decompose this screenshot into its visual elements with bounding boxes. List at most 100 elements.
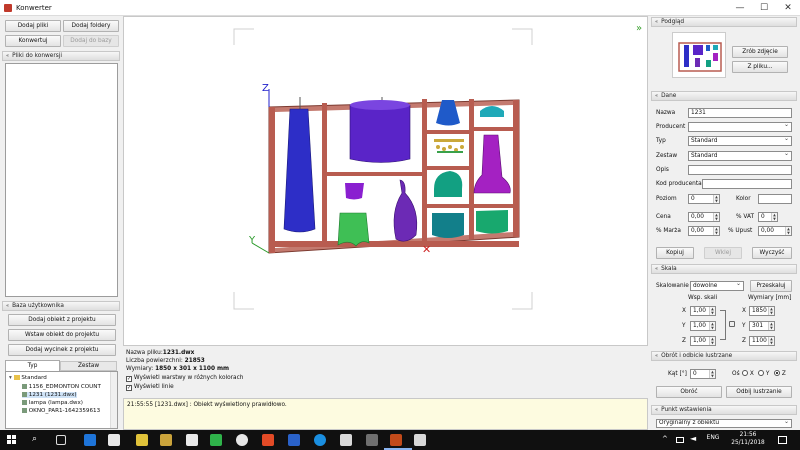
spinner-arrows-icon[interactable]: ▲ ▼	[771, 213, 777, 221]
3d-viewport[interactable]: » Z Y ✕	[123, 16, 648, 346]
log-panel[interactable]: 21:55:55 [1231.dwx] : Obiekt wyświetlony…	[123, 398, 648, 430]
spinner-arrows-icon[interactable]: ▲ ▼	[709, 322, 715, 330]
tab-type[interactable]: Typ	[5, 360, 60, 371]
spinner-arrows-icon[interactable]: ▲ ▼	[713, 195, 719, 203]
price-field[interactable]: 0,00 ▲ ▼	[688, 212, 720, 222]
spinner-arrows-icon[interactable]: ▲ ▼	[709, 307, 715, 315]
spinner-arrows-icon[interactable]: ▲ ▼	[709, 337, 715, 345]
language-icon[interactable]: ENG	[702, 434, 724, 441]
axis-z-radio[interactable]: Z	[774, 370, 786, 377]
user-db-header[interactable]: «Baza użytkownika	[2, 301, 120, 311]
scale-z-field[interactable]: 1,00 ▲ ▼	[690, 336, 716, 346]
layers-colors-checkbox[interactable]: ✓ Wyświetl warstwy w różnych kolorach	[126, 375, 243, 382]
camtasia-icon[interactable]	[210, 434, 222, 446]
data-header[interactable]: «Dane	[651, 91, 797, 101]
tab-set[interactable]: Zestaw	[60, 361, 117, 371]
clear-button[interactable]: Wyczyść	[752, 247, 792, 259]
app-blue-icon[interactable]	[288, 434, 300, 446]
spinner-arrows-icon[interactable]: ▲ ▼	[768, 307, 774, 315]
insert-object-button[interactable]: Wstaw obiekt do projektu	[8, 329, 116, 341]
tree-node-item[interactable]: OKNO_PAR1-1642359613	[22, 408, 100, 414]
spinner-arrows-icon[interactable]: ▲ ▼	[785, 227, 791, 235]
scale-x-field[interactable]: 1,00 ▲ ▼	[690, 306, 716, 316]
convert-button[interactable]: Konwertuj	[5, 35, 61, 47]
discount-field[interactable]: 0,00 ▲ ▼	[758, 226, 792, 236]
close-button[interactable]: ✕	[776, 1, 800, 15]
producer-code-field[interactable]	[702, 179, 792, 189]
app-white-icon[interactable]	[414, 434, 426, 446]
files-list[interactable]	[5, 63, 118, 297]
search-icon[interactable]: ⌕	[32, 434, 37, 444]
tree-node-item-selected[interactable]: 1231 (1231.dwx)	[22, 392, 77, 398]
axis-y-radio[interactable]: Y	[758, 370, 769, 377]
level-field[interactable]: 0 ▲ ▼	[688, 194, 720, 204]
scaling-select[interactable]: dowolne	[690, 281, 744, 291]
windows-start-icon[interactable]	[7, 435, 17, 445]
set-select[interactable]: Standard	[688, 151, 792, 161]
add-to-db-button[interactable]: Dodaj do bazy	[63, 35, 119, 47]
type-select[interactable]: Standard	[688, 136, 792, 146]
tree-node-standard[interactable]: ▾ Standard	[9, 375, 47, 381]
rescale-button[interactable]: Przeskaluj	[750, 280, 792, 292]
paste-button[interactable]: Wklej	[704, 247, 742, 259]
teamviewer-icon[interactable]	[314, 434, 326, 446]
store-icon[interactable]	[108, 434, 120, 446]
add-folders-button[interactable]: Dodaj foldery	[63, 20, 119, 32]
network-icon[interactable]	[676, 437, 684, 443]
margin-field[interactable]: 0,00 ▲ ▼	[688, 226, 720, 236]
preview-header[interactable]: «Podgląd	[651, 17, 797, 27]
clock-time[interactable]: 21:56	[730, 432, 766, 438]
add-result-button[interactable]: Dodaj wycinek z projektu	[8, 344, 116, 356]
mirror-button[interactable]: Odbij lustrzanie	[726, 386, 792, 398]
tree-node-item[interactable]: 1156_EDMONTON COUNT	[22, 384, 101, 390]
spinner-arrows-icon[interactable]: ▲ ▼	[713, 227, 719, 235]
maximize-button[interactable]: ☐	[752, 1, 776, 15]
color-field[interactable]	[758, 194, 792, 204]
files-panel-header[interactable]: «Pliki do konwersji	[2, 51, 120, 61]
db-tree[interactable]: ▾ Standard 1156_EDMONTON COUNT 1231 (123…	[5, 371, 118, 429]
file-explorer-icon[interactable]	[160, 434, 172, 446]
description-field[interactable]	[688, 165, 792, 175]
tree-node-item[interactable]: lampa (lampa.dwx)	[22, 400, 83, 406]
add-object-button[interactable]: Dodaj obiekt z projektu	[8, 314, 116, 326]
snapshot-button[interactable]: Zrób zdjęcie	[732, 46, 788, 58]
spinner-arrows-icon[interactable]: ▲ ▼	[768, 337, 774, 345]
copy-button[interactable]: Kopiuj	[656, 247, 694, 259]
insert-point-select[interactable]: Oryginalny z obiektu	[656, 419, 792, 428]
tree-scrollbar[interactable]	[110, 372, 117, 428]
scale-header[interactable]: «Skala	[651, 264, 797, 274]
show-lines-checkbox[interactable]: ✓ Wyświetl linie	[126, 384, 174, 391]
dim-x-field[interactable]: 1850 ▲ ▼	[749, 306, 775, 316]
volume-icon[interactable]: ◄	[690, 434, 696, 443]
task-view-icon[interactable]	[56, 435, 66, 445]
spinner-arrows-icon[interactable]: ▲ ▼	[709, 370, 715, 378]
axis-x-radio[interactable]: X	[742, 370, 754, 377]
konwerter-app-icon[interactable]	[390, 434, 402, 446]
vat-field[interactable]: 0 ▲ ▼	[758, 212, 778, 222]
chrome-icon[interactable]	[236, 434, 248, 446]
from-file-button[interactable]: Z pliku...	[732, 61, 788, 73]
edge-icon[interactable]	[84, 434, 96, 446]
notes-icon[interactable]	[186, 434, 198, 446]
tray-up-icon[interactable]: ^	[662, 435, 668, 443]
lock-icon[interactable]	[729, 321, 735, 327]
add-files-button[interactable]: Dodaj pliki	[5, 20, 61, 32]
photos-icon[interactable]	[340, 434, 352, 446]
spinner-arrows-icon[interactable]: ▲ ▼	[713, 213, 719, 221]
name-field[interactable]: 1231	[688, 108, 792, 118]
spinner-arrows-icon[interactable]: ▲ ▼	[768, 322, 774, 330]
gift-app-icon[interactable]	[136, 434, 148, 446]
scale-y-field[interactable]: 1,00 ▲ ▼	[690, 321, 716, 331]
rotate-header[interactable]: «Obrót i odbicie lustrzane	[651, 351, 797, 361]
calculator-icon[interactable]	[366, 434, 378, 446]
dim-y-field[interactable]: 301 ▲ ▼	[749, 321, 775, 331]
notifications-icon[interactable]	[778, 436, 787, 444]
rotate-button[interactable]: Obróć	[656, 386, 722, 398]
dim-z-field[interactable]: 1100 ▲ ▼	[749, 336, 775, 346]
angle-field[interactable]: 0 ▲ ▼	[690, 369, 716, 379]
camtasia-red-icon[interactable]	[262, 434, 274, 446]
producer-select[interactable]	[688, 122, 792, 132]
insert-point-header[interactable]: «Punkt wstawienia	[651, 405, 797, 415]
clock-date[interactable]: 25/11/2018	[730, 440, 766, 446]
minimize-button[interactable]: —	[728, 1, 752, 15]
